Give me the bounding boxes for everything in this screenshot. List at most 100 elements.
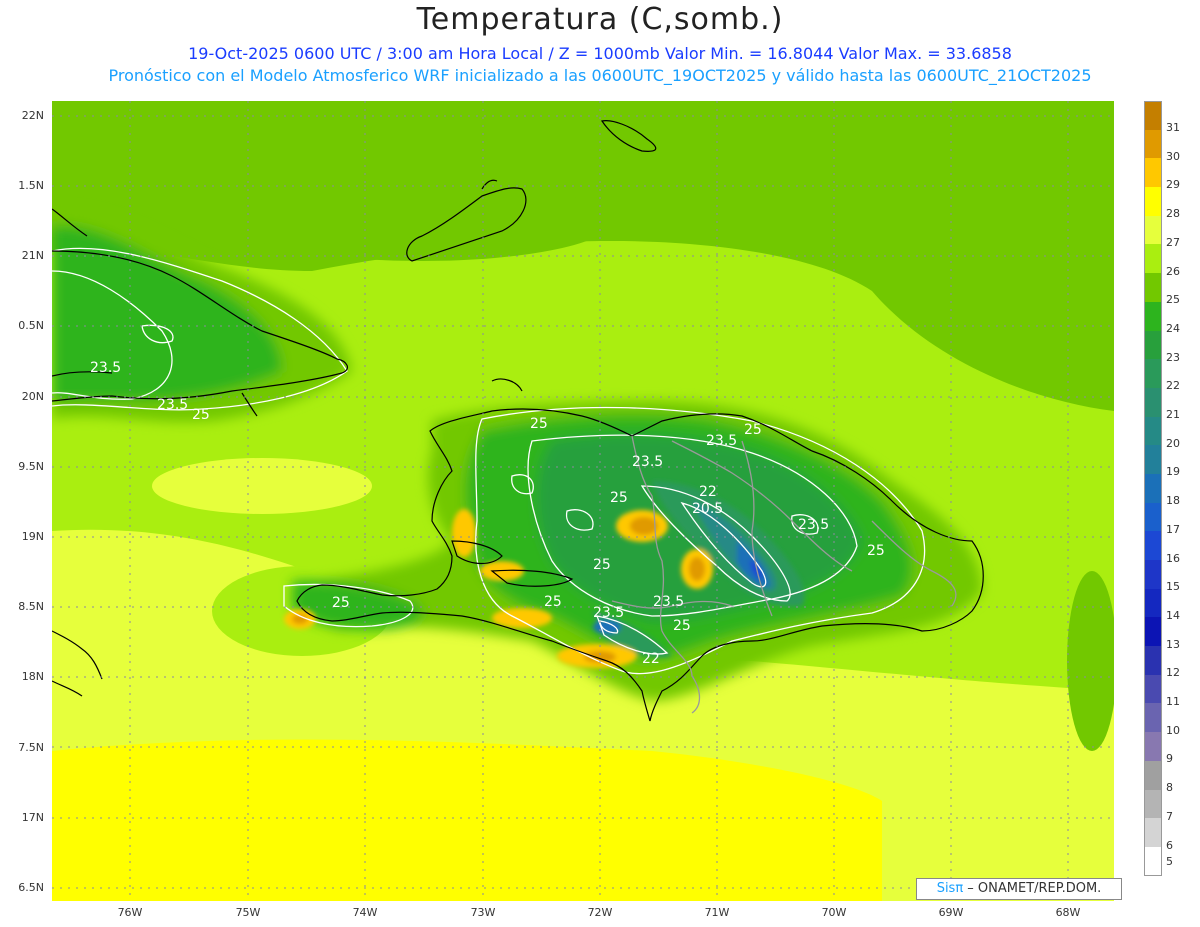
lat-label: 18N [21, 670, 44, 683]
colorbar-label: 19 [1166, 465, 1180, 479]
lat-label: 21N [21, 249, 44, 262]
lon-label: 70W [821, 906, 847, 919]
colorbar-label: 21 [1166, 408, 1180, 421]
contour-label: 25 [593, 557, 611, 573]
colorbar-swatch [1144, 703, 1162, 733]
lon-label: 73W [470, 906, 496, 919]
colorbar-swatch [1144, 129, 1162, 159]
lat-label: 22N [21, 109, 44, 122]
credit-box: Sisπ – ONAMET/REP.DOM. [916, 878, 1122, 900]
contour-label: 23.5 [593, 605, 624, 621]
contour-label: 23.5 [632, 454, 663, 470]
lat-label: 1.5N [18, 179, 44, 192]
lat-label: 6.5N [18, 881, 44, 894]
contour-label: 22 [642, 651, 660, 667]
sea-cool-patch-1 [232, 181, 612, 261]
lon-label: 72W [587, 906, 613, 919]
colorbar-label: 10 [1166, 723, 1180, 737]
colorbar-swatch [1144, 473, 1162, 503]
contour-label: 25 [544, 594, 562, 610]
lat-label: 17N [21, 811, 44, 824]
colorbar-swatch [1144, 445, 1162, 474]
colorbar-swatch [1144, 502, 1162, 532]
colorbar-swatch [1144, 617, 1162, 647]
contour-label: 22 [699, 484, 717, 500]
colorbar-swatch [1144, 330, 1162, 360]
colorbar-swatch [1144, 215, 1162, 245]
temperature-map: 23.5 23.5 25 25 23.5 25 23.5 25 22 20.5 … [52, 101, 1114, 901]
contour-label: 25 [332, 595, 350, 611]
colorbar-swatch [1144, 101, 1162, 130]
contour-label: 23.5 [798, 517, 829, 533]
contour-label: 25 [192, 407, 210, 423]
contour-label: 25 [610, 490, 628, 506]
colorbar-label: 20 [1166, 436, 1180, 450]
lat-label: 20N [21, 390, 44, 403]
hot-spot-30-north [630, 517, 658, 535]
colorbar-swatch [1144, 732, 1162, 761]
colorbar-label: 24 [1166, 321, 1180, 335]
chart-subtitle-model: Pronóstico con el Modelo Atmosferico WRF… [108, 66, 1092, 85]
colorbar-label: 17 [1166, 522, 1180, 536]
colorbar-swatch [1144, 244, 1162, 274]
colorbar-swatch [1144, 760, 1162, 790]
colorbar-swatch [1144, 359, 1162, 388]
lat-label: 19N [21, 530, 44, 543]
lon-label: 76W [117, 906, 143, 919]
lat-label: 8.5N [18, 600, 44, 613]
lon-label: 71W [704, 906, 730, 919]
colorbar-label: 26 [1166, 264, 1180, 278]
colorbar-label: 16 [1166, 551, 1180, 565]
contour-label: 23.5 [90, 360, 121, 376]
colorbar-label: 11 [1166, 695, 1180, 708]
colorbar-label: 22 [1166, 379, 1180, 393]
colorbar-label: 14 [1166, 608, 1180, 622]
sea-warm-patch [152, 458, 372, 514]
credit-text: – ONAMET/REP.DOM. [963, 881, 1102, 896]
colorbar-label: 29 [1166, 178, 1180, 192]
lat-label: 9.5N [18, 460, 44, 473]
colorbar-swatch [1144, 187, 1162, 216]
colorbar-swatch [1144, 818, 1162, 847]
contour-label: 25 [744, 422, 762, 438]
lon-label: 75W [235, 906, 261, 919]
colorbar-label: 12 [1166, 666, 1180, 680]
contour-label: 23.5 [706, 433, 737, 449]
colorbar-swatch [1144, 560, 1162, 589]
colorbar-label: 7 [1166, 809, 1173, 823]
contour-label: 25 [530, 416, 548, 432]
lon-label: 69W [938, 906, 964, 919]
colorbar-swatch [1144, 273, 1162, 302]
lon-label: 74W [352, 906, 378, 919]
credit-logo: Sisπ [936, 881, 964, 896]
colorbar-swatch [1144, 646, 1162, 675]
contour-label: 23.5 [653, 594, 684, 610]
colorbar-swatch [1144, 846, 1162, 876]
colorbar-label: 9 [1166, 752, 1173, 766]
colorbar-label: 6 [1166, 838, 1173, 852]
colorbar-label: 13 [1166, 637, 1180, 651]
colorbar-label: 18 [1166, 494, 1180, 508]
colorbar-label: 27 [1166, 235, 1180, 249]
chart-subtitle-date: 19-Oct-2025 0600 UTC / 3:00 am Hora Loca… [188, 44, 1012, 63]
colorbar-label: 28 [1166, 207, 1180, 221]
hot-spot-29-northwest [452, 509, 476, 557]
lat-label: 0.5N [18, 319, 44, 332]
colorbar-swatch [1144, 158, 1162, 188]
colorbar [1144, 101, 1162, 876]
colorbar-swatch [1144, 588, 1162, 618]
chart-title: Temperatura (C,somb.) [416, 2, 784, 37]
hot-spot-29-gonave [492, 608, 552, 628]
colorbar-label: 31 [1166, 121, 1180, 134]
colorbar-label: 15 [1166, 580, 1180, 594]
colorbar-label: 5 [1166, 855, 1173, 869]
lat-label: 7.5N [18, 741, 44, 754]
colorbar-swatch [1144, 531, 1162, 560]
colorbar-swatch [1144, 387, 1162, 417]
colorbar-swatch [1144, 789, 1162, 819]
colorbar-swatch [1144, 674, 1162, 704]
contour-label: 23.5 [157, 397, 188, 413]
lon-label: 68W [1055, 906, 1081, 919]
colorbar-swatch [1144, 301, 1162, 331]
contour-label: 25 [867, 543, 885, 559]
